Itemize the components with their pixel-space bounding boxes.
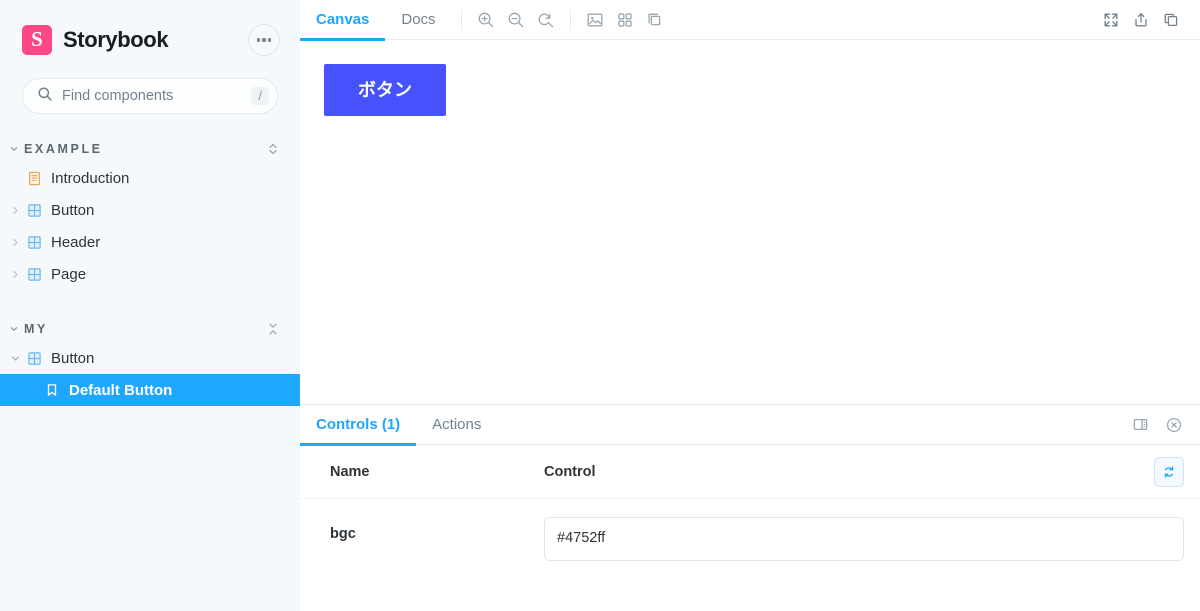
section-caret-icon <box>8 325 20 333</box>
search-shortcut-badge: / <box>251 87 269 105</box>
tree-item-button[interactable]: Button <box>0 342 300 374</box>
story-bookmark-icon <box>44 383 60 397</box>
addons-panel: Controls (1) Actions Name Control bgc #4… <box>300 405 1200 611</box>
measure-icon[interactable] <box>640 5 670 35</box>
logo-letter: S <box>31 27 43 51</box>
search-icon <box>37 86 53 107</box>
zoom-in-icon[interactable] <box>471 5 501 35</box>
toolbar-divider <box>460 9 462 30</box>
controls-table-header: Name Control <box>300 445 1200 499</box>
component-icon <box>26 351 42 366</box>
tab-actions[interactable]: Actions <box>416 405 497 445</box>
chevron-right-icon[interactable] <box>8 270 22 279</box>
fullscreen-icon[interactable] <box>1096 5 1126 35</box>
ellipsis-icon[interactable] <box>248 24 280 56</box>
tree-item-page[interactable]: Page <box>0 258 300 290</box>
component-icon <box>26 235 42 250</box>
chevron-down-icon[interactable] <box>8 354 22 363</box>
brand-header: S Storybook <box>0 0 300 62</box>
tree-item-label: Page <box>51 265 87 283</box>
section-label: EXAMPLE <box>24 142 103 156</box>
component-icon <box>26 267 42 282</box>
section-caret-icon <box>8 145 20 153</box>
column-header-name: Name <box>330 463 370 480</box>
reset-controls-icon[interactable] <box>1154 456 1184 487</box>
tree-item-label: Introduction <box>51 169 130 187</box>
search-container: / <box>0 62 300 114</box>
component-tree: EXAMPLE Introduction Button Header Page MY But… <box>0 136 300 611</box>
search-box[interactable]: / <box>22 78 278 114</box>
preview-pane: Canvas Docs ボタン <box>300 0 1200 405</box>
story-preview-button[interactable]: ボタン <box>324 64 446 116</box>
grid-icon[interactable] <box>610 5 640 35</box>
tree-item-label: Default Button <box>69 381 173 399</box>
control-input-bgc[interactable] <box>544 517 1184 561</box>
close-panel-icon[interactable] <box>1160 411 1188 439</box>
tab-canvas[interactable]: Canvas <box>300 0 386 41</box>
chevron-right-icon[interactable] <box>8 238 22 247</box>
brand-title: Storybook <box>63 27 169 52</box>
toolbar-divider-2 <box>569 9 571 30</box>
document-icon <box>26 171 42 186</box>
story-canvas: ボタン <box>300 40 1200 404</box>
component-icon <box>26 203 42 218</box>
chevron-right-icon[interactable] <box>8 206 22 215</box>
sidebar: S Storybook / EXAMPLE Introduction Button H… <box>0 0 300 611</box>
preview-toolbar: Canvas Docs <box>300 0 1200 41</box>
tree-item-introduction[interactable]: Introduction <box>0 162 300 194</box>
control-row-bgc: bgc <box>300 499 1200 566</box>
storybook-app: S Storybook / EXAMPLE Introduction Button H… <box>0 0 1200 611</box>
zoom-reset-icon[interactable] <box>531 5 561 35</box>
tab-controls[interactable]: Controls (1) <box>300 405 417 446</box>
storybook-logo-icon: S <box>22 25 52 55</box>
zoom-out-icon[interactable] <box>501 5 531 35</box>
backgrounds-icon[interactable] <box>580 5 610 35</box>
tree-item-default-button[interactable]: Default Button <box>0 374 300 406</box>
tree-item-button[interactable]: Button <box>0 194 300 226</box>
tab-docs[interactable]: Docs <box>385 0 451 40</box>
search-input[interactable] <box>62 88 252 104</box>
tree-item-label: Button <box>51 349 95 367</box>
column-header-control: Control <box>544 463 596 480</box>
control-field-bgc <box>544 517 1184 566</box>
collapse-all-icon[interactable] <box>266 321 280 337</box>
addons-tabbar: Controls (1) Actions <box>300 405 1200 446</box>
tree-section-my[interactable]: MY <box>0 316 300 342</box>
main-area: Canvas Docs ボタン Controls (1) Actions Nam… <box>300 0 1200 611</box>
tree-section-example[interactable]: EXAMPLE <box>0 136 300 162</box>
tree-item-header[interactable]: Header <box>0 226 300 258</box>
open-new-tab-icon[interactable] <box>1156 5 1186 35</box>
tree-item-label: Button <box>51 201 95 219</box>
expand-all-icon[interactable] <box>266 141 280 157</box>
section-label: MY <box>24 322 48 336</box>
tree-item-label: Header <box>51 233 101 251</box>
share-icon[interactable] <box>1126 5 1156 35</box>
control-name-bgc: bgc <box>330 526 356 542</box>
panel-position-icon[interactable] <box>1126 411 1154 439</box>
